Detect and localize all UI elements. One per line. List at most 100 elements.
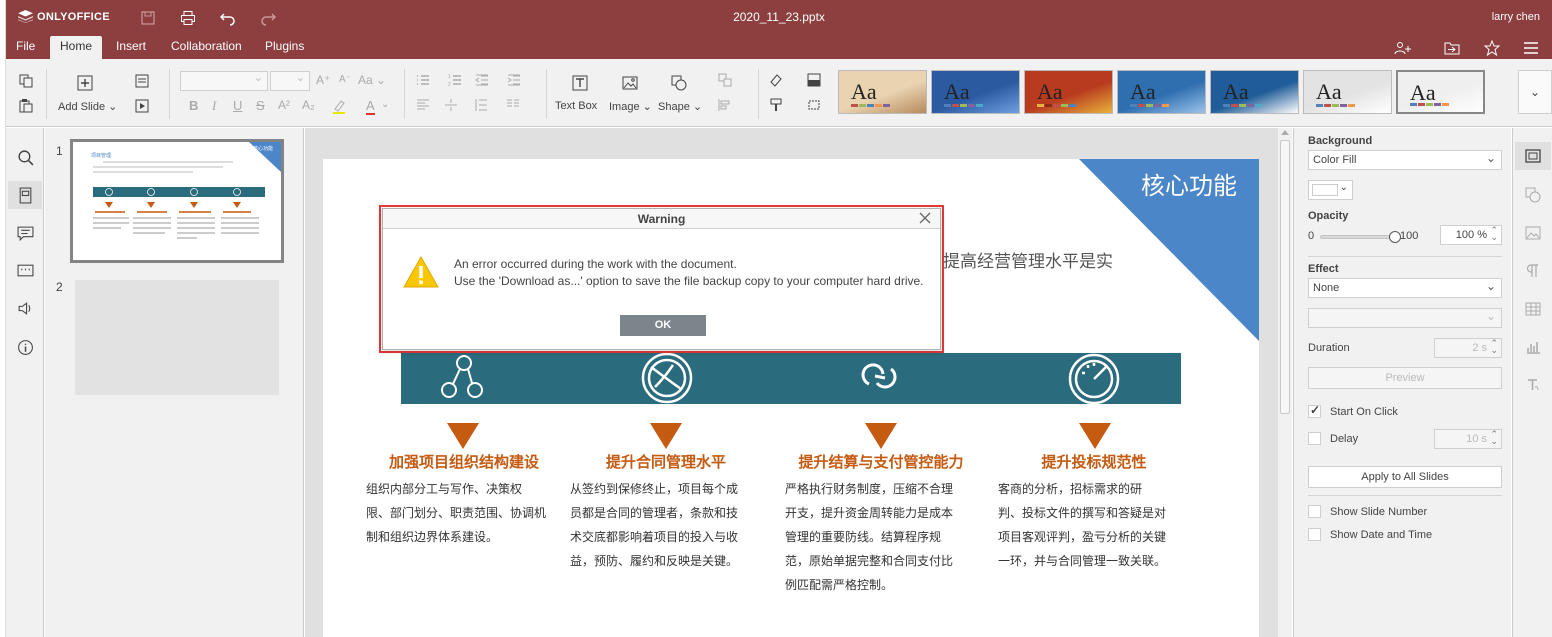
vertical-scrollbar[interactable] [1277, 128, 1292, 637]
slide-settings-icon[interactable] [1515, 142, 1551, 170]
align-shapes-icon[interactable] [709, 96, 741, 114]
copy-icon[interactable] [16, 72, 36, 90]
underline-button[interactable]: U [233, 98, 242, 113]
shape-settings-icon[interactable] [1522, 184, 1544, 206]
theme-2[interactable]: Aa [931, 70, 1020, 114]
vertical-align-icon[interactable] [438, 96, 464, 114]
apply-to-all-slides-button[interactable]: Apply to All Slides [1308, 466, 1502, 488]
theme-color-swatch [1348, 104, 1355, 107]
change-case-button[interactable]: Aa ⌄ [358, 73, 386, 87]
table-settings-icon[interactable] [1522, 298, 1544, 320]
add-slide-icon[interactable] [74, 72, 96, 94]
text-box-button[interactable]: Text Box [555, 100, 597, 112]
columns-icon[interactable] [500, 96, 526, 114]
scroll-up-icon[interactable] [1281, 130, 1289, 135]
col3-heading: 提升结算与支付管控能力 [798, 453, 963, 471]
theme-3[interactable]: Aa [1024, 70, 1113, 114]
text-box-icon[interactable] [567, 70, 593, 96]
dialog-message-line1: An error occurred during the work with t… [454, 257, 737, 271]
font-color-button[interactable]: A [366, 98, 375, 115]
theme-5[interactable]: Aa [1210, 70, 1299, 114]
favorite-star-icon[interactable] [1481, 38, 1503, 58]
add-slide-button[interactable]: Add Slide ⌄ [58, 100, 117, 113]
italic-button[interactable]: I [212, 98, 216, 114]
duration-input[interactable]: 2 s [1434, 338, 1502, 358]
close-icon[interactable] [918, 211, 932, 225]
decrease-indent-icon[interactable] [472, 71, 492, 89]
clear-style-icon[interactable] [766, 71, 786, 89]
start-on-click-checkbox[interactable] [1308, 403, 1321, 418]
theme-7[interactable]: Aa [1396, 70, 1485, 114]
tab-collaboration[interactable]: Collaboration [161, 36, 252, 59]
image-icon[interactable] [617, 70, 643, 96]
bold-button[interactable]: B [189, 98, 198, 113]
slide-thumbnail-1[interactable]: 核心功能 项目管理 [70, 139, 284, 263]
slide-layout-icon[interactable] [128, 72, 156, 90]
color-scheme-icon[interactable] [798, 71, 830, 89]
paragraph-settings-icon[interactable] [1522, 260, 1544, 282]
numbering-icon[interactable]: 12 [442, 71, 468, 89]
increase-indent-icon[interactable] [504, 71, 524, 89]
background-label: Background [1308, 135, 1373, 147]
tab-insert[interactable]: Insert [106, 36, 156, 59]
theme-color-swatch [944, 104, 951, 107]
font-grow-button[interactable]: A⁺ [316, 73, 330, 87]
opacity-input[interactable]: 100 % [1440, 225, 1502, 245]
copy-style-icon[interactable] [766, 96, 786, 114]
comments-icon[interactable] [14, 222, 36, 244]
bullets-icon[interactable] [410, 71, 436, 89]
show-slide-number-checkbox[interactable] [1308, 505, 1321, 518]
strikethrough-button[interactable]: S [256, 98, 265, 113]
slide-play-icon[interactable] [128, 97, 156, 115]
theme-1[interactable]: Aa [838, 70, 927, 114]
feedback-speaker-icon[interactable] [14, 297, 36, 319]
subscript-button[interactable]: A₂ [302, 98, 315, 112]
slide-1-preview: 核心功能 项目管理 [73, 142, 281, 260]
theme-6[interactable]: Aa [1303, 70, 1392, 114]
preview-button[interactable]: Preview [1308, 367, 1502, 389]
line-spacing-icon[interactable] [468, 96, 494, 114]
highlight-icon[interactable] [326, 96, 352, 116]
arrange-icon[interactable] [709, 71, 741, 89]
scrollbar-thumb[interactable] [1280, 140, 1290, 414]
search-icon[interactable] [14, 146, 36, 168]
effect-type-select[interactable] [1308, 308, 1502, 328]
image-settings-icon[interactable] [1522, 222, 1544, 244]
tab-home[interactable]: Home [50, 36, 103, 59]
effect-select[interactable]: None [1308, 278, 1502, 298]
opacity-slider[interactable] [1320, 231, 1401, 243]
font-shrink-button[interactable]: A⁻ [339, 74, 351, 85]
themes-expand-button[interactable]: ⌄ [1518, 70, 1552, 114]
slide-thumbnail-2[interactable] [75, 280, 279, 395]
chart-settings-icon[interactable] [1522, 336, 1544, 358]
theme-color-swatch [1162, 104, 1169, 107]
superscript-button[interactable]: A² [278, 98, 290, 112]
font-color-dropdown[interactable]: ⌄ [381, 99, 389, 110]
about-info-icon[interactable] [14, 336, 36, 358]
font-size-select[interactable] [270, 71, 310, 91]
menu-hamburger-icon[interactable] [1520, 38, 1542, 58]
delay-input[interactable]: 10 s [1434, 429, 1502, 449]
paste-icon[interactable] [16, 97, 36, 115]
ok-button[interactable]: OK [620, 315, 706, 336]
slides-panel-icon[interactable] [8, 181, 42, 209]
shape-icon[interactable] [666, 70, 692, 96]
align-left-icon[interactable] [410, 96, 436, 114]
col3-line1: 严格执行财务制度，压缩不合理 [785, 481, 953, 496]
share-users-icon[interactable] [1392, 38, 1414, 58]
tab-plugins[interactable]: Plugins [255, 36, 314, 59]
tab-file[interactable]: File [6, 36, 45, 59]
delay-checkbox[interactable] [1308, 432, 1321, 445]
show-date-time-checkbox[interactable] [1308, 528, 1321, 541]
slide-size-icon[interactable] [798, 96, 830, 114]
theme-4[interactable]: Aa [1117, 70, 1206, 114]
user-name[interactable]: larry chen [1492, 11, 1540, 23]
open-location-icon[interactable] [1441, 38, 1463, 58]
image-button[interactable]: Image ⌄ [609, 100, 652, 113]
text-art-settings-icon[interactable] [1522, 374, 1544, 396]
background-color-picker[interactable]: ⌄ [1308, 180, 1353, 200]
font-family-select[interactable] [180, 71, 268, 91]
chat-icon[interactable] [14, 259, 36, 281]
background-fill-select[interactable]: Color Fill [1308, 150, 1502, 170]
shape-button[interactable]: Shape ⌄ [658, 100, 702, 113]
